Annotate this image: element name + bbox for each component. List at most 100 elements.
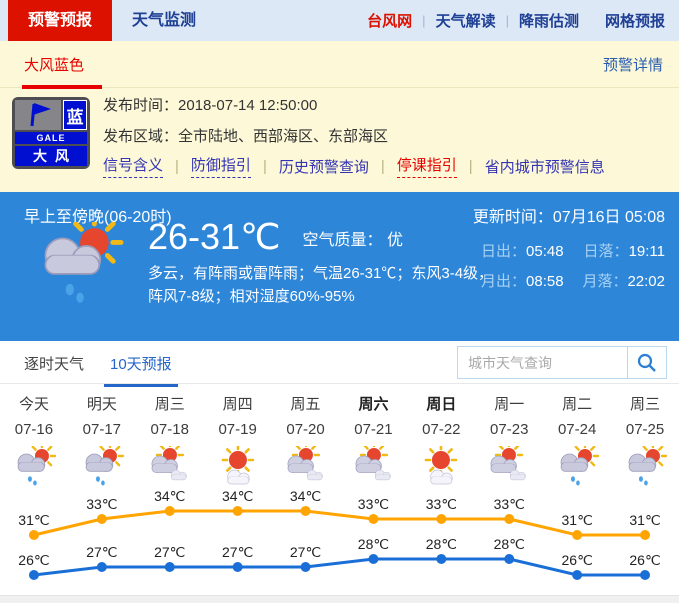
update-time-value: 07月16日 05:08 bbox=[553, 209, 665, 226]
weather-description: 多云，有阵雨或雷阵雨；气温26-31℃；东风3-4级， 阵风7-8级；相对湿度6… bbox=[148, 262, 493, 308]
air-quality-value: 优 bbox=[387, 232, 403, 249]
update-time-label: 更新时间： bbox=[473, 209, 553, 226]
forecast-section: 逐时天气 10天预报 今天07-16 明天07-17 bbox=[0, 341, 679, 595]
tab-10day-forecast[interactable]: 10天预报 bbox=[110, 353, 172, 374]
day-name: 周三 bbox=[611, 391, 679, 418]
day-date: 07-23 bbox=[475, 418, 543, 446]
day-date: 07-25 bbox=[611, 418, 679, 446]
air-quality: 空气质量： 优 bbox=[303, 226, 403, 256]
badge-code: GALE bbox=[15, 132, 87, 144]
svg-text:34℃: 34℃ bbox=[290, 488, 321, 504]
weather-widget: 预警预报 天气监测 台风网 | 天气解读 | 降雨估测 网格预报 大风蓝色 预警… bbox=[0, 0, 679, 603]
svg-text:27℃: 27℃ bbox=[154, 544, 185, 560]
tab-weather-monitor[interactable]: 天气监测 bbox=[112, 0, 216, 41]
weather-icon bbox=[475, 446, 543, 488]
svg-text:31℃: 31℃ bbox=[629, 512, 660, 528]
nav-separator: | bbox=[422, 13, 425, 28]
svg-text:31℃: 31℃ bbox=[18, 512, 49, 528]
svg-text:34℃: 34℃ bbox=[222, 488, 253, 504]
publish-area-value: 全市陆地、西部海区、东部海区 bbox=[178, 128, 388, 145]
link-class-suspension[interactable]: 停课指引 bbox=[397, 154, 457, 178]
moonrise-label: 月出： bbox=[481, 273, 526, 290]
alert-title[interactable]: 大风蓝色 bbox=[24, 54, 84, 75]
day-column[interactable]: 周三07-18 bbox=[136, 391, 204, 488]
weather-icon bbox=[136, 446, 204, 488]
day-column[interactable]: 周六07-21 bbox=[340, 391, 408, 488]
day-column[interactable]: 今天07-16 bbox=[0, 391, 68, 488]
svg-text:28℃: 28℃ bbox=[494, 536, 525, 552]
weather-icon bbox=[68, 446, 136, 488]
link-separator: | bbox=[263, 158, 267, 175]
link-signal-meaning[interactable]: 信号含义 bbox=[103, 154, 163, 178]
day-date: 07-18 bbox=[136, 418, 204, 446]
day-date: 07-22 bbox=[407, 418, 475, 446]
svg-text:27℃: 27℃ bbox=[222, 544, 253, 560]
link-defense-guide[interactable]: 防御指引 bbox=[191, 154, 251, 178]
update-time: 更新时间：07月16日 05:08 bbox=[473, 203, 665, 227]
day-name: 周六 bbox=[340, 391, 408, 418]
moonset: 月落：22:02 bbox=[582, 270, 665, 291]
link-separator: | bbox=[381, 158, 385, 175]
link-separator: | bbox=[175, 158, 179, 175]
sunset-value: 19:11 bbox=[629, 243, 665, 260]
publish-time-label: 发布时间： bbox=[103, 97, 178, 114]
warning-section: 大风蓝色 预警详情 蓝 GALE 大风 发布时间：2018-07-14 12:5… bbox=[0, 41, 679, 192]
link-separator: | bbox=[469, 158, 473, 175]
svg-text:27℃: 27℃ bbox=[86, 544, 117, 560]
nav-link-weather-explain[interactable]: 天气解读 bbox=[436, 10, 496, 31]
bottom-strip bbox=[0, 595, 679, 603]
nav-links: 台风网 | 天气解读 | 降雨估测 网格预报 bbox=[367, 0, 665, 41]
city-search-input[interactable] bbox=[457, 346, 627, 379]
day-column[interactable]: 周五07-20 bbox=[272, 391, 340, 488]
day-name: 周三 bbox=[136, 391, 204, 418]
day-column[interactable]: 明天07-17 bbox=[68, 391, 136, 488]
nav-link-rain-estimate[interactable]: 降雨估测 bbox=[519, 10, 579, 31]
ten-day-grid: 今天07-16 明天07-17 周三07-18 周四07-19 周五07 bbox=[0, 391, 679, 488]
day-date: 07-24 bbox=[543, 418, 611, 446]
svg-text:33℃: 33℃ bbox=[494, 496, 525, 512]
svg-text:33℃: 33℃ bbox=[86, 496, 117, 512]
sunrise-label: 日出： bbox=[481, 243, 526, 260]
badge-top: 蓝 bbox=[15, 100, 87, 130]
alert-bar: 大风蓝色 预警详情 bbox=[0, 41, 679, 88]
day-column[interactable]: 周一07-23 bbox=[475, 391, 543, 488]
weather-icon bbox=[272, 446, 340, 488]
moonset-value: 22:02 bbox=[627, 273, 665, 290]
weather-icon bbox=[0, 446, 68, 488]
weather-icon bbox=[543, 446, 611, 488]
warning-links: 信号含义 | 防御指引 | 历史预警查询 | 停课指引 | 省内城市预警信息 bbox=[103, 154, 605, 178]
svg-text:31℃: 31℃ bbox=[562, 512, 593, 528]
link-warning-history[interactable]: 历史预警查询 bbox=[279, 156, 369, 177]
publish-area-label: 发布区域： bbox=[103, 128, 178, 145]
svg-text:26℃: 26℃ bbox=[562, 552, 593, 568]
svg-text:26℃: 26℃ bbox=[18, 552, 49, 568]
day-name: 周四 bbox=[204, 391, 272, 418]
svg-text:26℃: 26℃ bbox=[629, 552, 660, 568]
nav-link-typhoon[interactable]: 台风网 bbox=[367, 10, 412, 31]
air-quality-label: 空气质量： bbox=[303, 232, 383, 249]
nav-link-grid-forecast[interactable]: 网格预报 bbox=[605, 10, 665, 31]
day-column[interactable]: 周日07-22 bbox=[407, 391, 475, 488]
day-column[interactable]: 周二07-24 bbox=[543, 391, 611, 488]
day-column[interactable]: 周四07-19 bbox=[204, 391, 272, 488]
svg-text:27℃: 27℃ bbox=[290, 544, 321, 560]
alert-detail-link[interactable]: 预警详情 bbox=[603, 54, 663, 75]
day-name: 周日 bbox=[407, 391, 475, 418]
publish-time-row: 发布时间：2018-07-14 12:50:00 bbox=[103, 94, 388, 115]
weather-icon bbox=[340, 446, 408, 488]
moonset-label: 月落： bbox=[582, 273, 627, 290]
top-nav: 预警预报 天气监测 台风网 | 天气解读 | 降雨估测 网格预报 bbox=[0, 0, 679, 41]
day-name: 今天 bbox=[0, 391, 68, 418]
city-search-button[interactable] bbox=[627, 346, 667, 379]
link-province-warnings[interactable]: 省内城市预警信息 bbox=[485, 156, 605, 177]
day-column[interactable]: 周三07-25 bbox=[611, 391, 679, 488]
current-weather-icon bbox=[26, 222, 130, 308]
moon-times-row: 月出：08:58 月落：22:02 bbox=[481, 270, 665, 291]
tab-warning-forecast[interactable]: 预警预报 bbox=[8, 0, 112, 41]
tab-hourly-weather[interactable]: 逐时天气 bbox=[24, 353, 84, 374]
sun-times-row: 日出：05:48 日落：19:11 bbox=[481, 240, 665, 261]
current-main: 26-31℃ 空气质量： 优 bbox=[148, 218, 403, 256]
nav-separator: | bbox=[506, 13, 509, 28]
city-search bbox=[457, 346, 667, 379]
badge-name: 大风 bbox=[15, 146, 87, 166]
